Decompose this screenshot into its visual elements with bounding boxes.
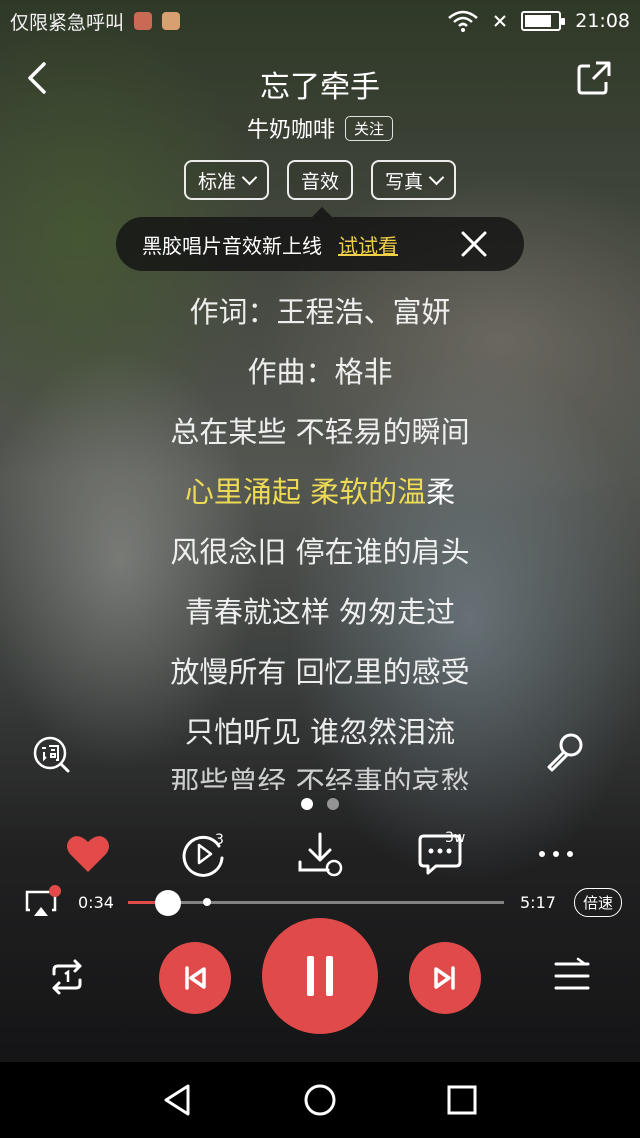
status-bar: 仅限紧急呼叫 21:08 bbox=[0, 0, 640, 42]
lyric-icon[interactable] bbox=[32, 735, 70, 773]
tip-text: 黑胶唱片音效新上线 bbox=[142, 233, 322, 258]
tip-try-link[interactable]: 试试看 bbox=[338, 230, 398, 259]
repeat-icon[interactable] bbox=[46, 956, 88, 998]
lyric-line: 风很念旧 停在谁的肩头 bbox=[170, 535, 470, 569]
buffer-marker bbox=[202, 898, 211, 906]
lyric-line: 作曲：格非 bbox=[247, 355, 393, 389]
system-nav-bar bbox=[0, 1062, 640, 1138]
carrier-text: 仅限紧急呼叫 bbox=[10, 11, 125, 34]
sound-effect-label: 音效 bbox=[300, 170, 339, 193]
playback-controls bbox=[0, 918, 640, 1038]
page-indicator bbox=[0, 798, 640, 810]
no-sim-icon bbox=[494, 15, 506, 27]
total-duration: 5:17 bbox=[520, 893, 556, 912]
nav-recent-icon[interactable] bbox=[442, 1080, 482, 1120]
lyric-line: 青春就这样 匆匆走过 bbox=[184, 595, 456, 629]
nav-back-icon[interactable] bbox=[158, 1080, 198, 1120]
sound-effect-button[interactable]: 音效 bbox=[286, 160, 353, 200]
photo-mode-label: 写真 bbox=[385, 170, 424, 193]
artist-row: 牛奶咖啡 关注 bbox=[0, 112, 640, 144]
current-lyric-line: 心里涌起 柔软的温柔 bbox=[0, 462, 640, 522]
comment-count-badge: 3w bbox=[445, 830, 466, 846]
clock: 21:08 bbox=[575, 10, 630, 32]
feature-tip-bubble: 黑胶唱片音效新上线 试试看 bbox=[116, 207, 524, 271]
next-icon bbox=[434, 966, 455, 990]
pause-button[interactable] bbox=[262, 918, 378, 1034]
mic-icon[interactable] bbox=[544, 732, 584, 772]
nav-home-icon[interactable] bbox=[300, 1080, 340, 1120]
wifi-icon bbox=[448, 10, 479, 32]
song-title: 忘了牵手 bbox=[260, 70, 380, 105]
progress-thumb[interactable] bbox=[155, 890, 182, 916]
lyric-unsung-part: 柔 bbox=[426, 475, 456, 509]
follow-button[interactable]: 关注 bbox=[345, 115, 394, 141]
share-icon[interactable] bbox=[576, 60, 612, 96]
option-pills: 标准 音效 写真 bbox=[0, 160, 640, 200]
close-icon[interactable] bbox=[458, 228, 490, 260]
speed-button[interactable]: 倍速 bbox=[573, 888, 622, 917]
action-row: 3 3w bbox=[0, 828, 640, 880]
quality-dropdown[interactable]: 标准 bbox=[183, 160, 269, 200]
notification-app-icon bbox=[134, 12, 153, 30]
lyric-line: 放慢所有 回忆里的感受 bbox=[170, 655, 470, 689]
lyric-line: 总在某些 不轻易的瞬间 bbox=[170, 415, 470, 449]
notification-app-icon-2 bbox=[162, 12, 181, 30]
download-icon[interactable] bbox=[294, 828, 346, 880]
page-dot-active bbox=[301, 798, 313, 810]
photo-mode-dropdown[interactable]: 写真 bbox=[371, 160, 457, 200]
more-icon[interactable] bbox=[530, 828, 582, 880]
battery-icon bbox=[521, 11, 566, 31]
artist-name[interactable]: 牛奶咖啡 bbox=[247, 112, 335, 144]
quality-label: 标准 bbox=[197, 170, 236, 193]
chevron-down-icon bbox=[241, 169, 258, 185]
progress-track[interactable] bbox=[128, 898, 504, 906]
lyric-line: 作词：王程浩、富妍 bbox=[189, 295, 451, 329]
progress-row: 0:34 5:17 倍速 bbox=[0, 882, 640, 922]
previous-button[interactable] bbox=[159, 942, 231, 1014]
heart-icon[interactable] bbox=[62, 828, 114, 880]
page-dot bbox=[327, 798, 339, 810]
pause-icon bbox=[307, 956, 333, 996]
elapsed-time: 0:34 bbox=[78, 893, 114, 912]
lyrics-panel[interactable]: 作词：王程浩、富妍 作曲：格非 总在某些 不轻易的瞬间 心里涌起 柔软的温柔 风… bbox=[0, 282, 640, 790]
next-button[interactable] bbox=[409, 942, 481, 1014]
cast-notification-dot bbox=[49, 885, 61, 897]
chevron-down-icon bbox=[428, 169, 445, 185]
play-count-badge: 3 bbox=[215, 832, 224, 848]
lyric-sung-part: 心里涌起 柔软的温 bbox=[184, 475, 427, 509]
playlist-icon[interactable] bbox=[552, 956, 592, 996]
prev-icon bbox=[185, 966, 206, 990]
